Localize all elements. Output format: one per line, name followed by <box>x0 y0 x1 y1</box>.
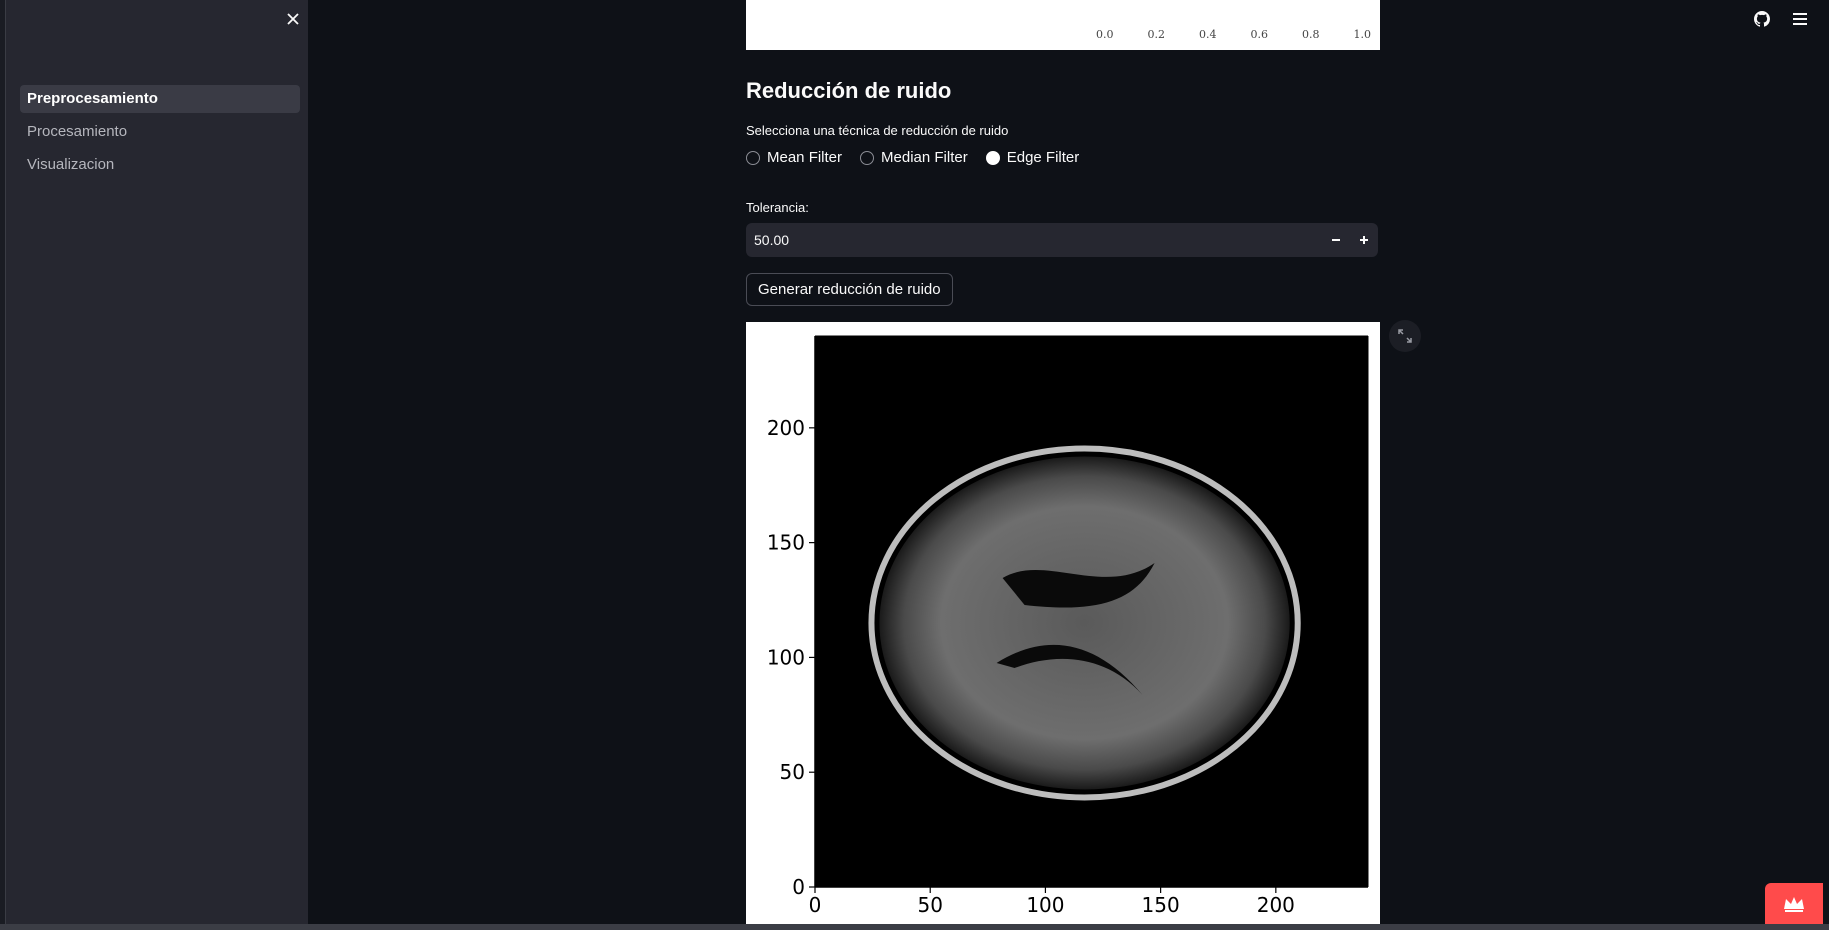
tick-label: 0.4 <box>1199 28 1217 41</box>
y-tick-label: 50 <box>780 760 805 784</box>
expand-icon <box>1398 329 1412 343</box>
y-tick-label: 0 <box>792 875 805 899</box>
radio-label: Edge Filter <box>1006 149 1080 166</box>
radio-label: Mean Filter <box>767 149 843 166</box>
fullscreen-button[interactable] <box>1389 320 1421 352</box>
hamburger-menu-icon <box>1793 13 1807 25</box>
radio-mean-filter[interactable]: Mean Filter <box>746 149 842 166</box>
noise-filter-radio-group: Mean Filter Median Filter Edge Filter <box>746 149 1079 166</box>
tick-label: 0.0 <box>1096 28 1114 41</box>
x-tick-label: 50 <box>917 893 942 917</box>
github-button[interactable] <box>1751 8 1773 30</box>
radio-median-filter[interactable]: Median Filter <box>860 149 968 166</box>
sidebar-item-visualizacion[interactable]: Visualizacion <box>20 151 300 179</box>
tick-label: 0.2 <box>1147 28 1166 41</box>
tick-label: 1.0 <box>1353 28 1372 41</box>
tolerance-input[interactable] <box>746 231 1322 249</box>
previous-chart-bottom: 0.0 0.2 0.4 0.6 0.8 1.0 <box>746 0 1380 50</box>
y-tick-label: 150 <box>767 531 805 555</box>
radio-group-label: Selecciona una técnica de reducción de r… <box>746 123 1009 138</box>
tick-label: 0.8 <box>1302 28 1320 41</box>
sidebar-item-preprocesamiento[interactable]: Preprocesamiento <box>20 85 300 113</box>
previous-chart-x-ticks: 0.0 0.2 0.4 0.6 0.8 1.0 <box>1096 28 1371 41</box>
crown-icon <box>1784 897 1804 912</box>
sidebar-item-label: Visualizacion <box>27 156 115 173</box>
brain-slice <box>868 445 1301 801</box>
x-tick-label: 0 <box>809 893 822 917</box>
section-title: Reducción de ruido <box>746 78 952 103</box>
close-sidebar-button[interactable] <box>281 8 305 32</box>
y-tick-label: 200 <box>767 416 805 440</box>
radio-edge-filter[interactable]: Edge Filter <box>985 149 1080 166</box>
sidebar-item-label: Procesamiento <box>27 123 128 140</box>
x-tick-label: 200 <box>1257 893 1295 917</box>
radio-circle[interactable] <box>860 150 875 165</box>
sidebar: Preprocesamiento Procesamiento Visualiza… <box>6 0 308 924</box>
tick-label: 0.6 <box>1250 28 1269 41</box>
tolerance-number-input <box>746 223 1378 257</box>
x-tick-label: 100 <box>1026 893 1064 917</box>
y-tick-label: 100 <box>767 645 805 669</box>
radio-circle[interactable] <box>746 150 760 165</box>
sidebar-item-label: Preprocesamiento <box>27 90 158 107</box>
plus-icon <box>1360 236 1368 244</box>
streamlit-badge-button[interactable] <box>1765 883 1823 925</box>
radio-circle-selected[interactable] <box>985 150 1000 165</box>
mri-plot-svg: 0 50 100 150 200 0 50 100 150 200 <box>767 335 1369 917</box>
tolerance-label: Tolerancia: <box>746 200 809 215</box>
generate-noise-reduction-button[interactable]: Generar reducción de ruido <box>746 273 953 306</box>
radio-label: Median Filter <box>881 149 968 166</box>
mri-plot: 0 50 100 150 200 0 50 100 150 200 <box>746 322 1380 924</box>
increment-button[interactable] <box>1350 223 1378 257</box>
minus-icon <box>1332 239 1340 241</box>
sidebar-item-procesamiento[interactable]: Procesamiento <box>20 118 300 146</box>
main-menu-button[interactable] <box>1789 8 1811 30</box>
header-toolbar <box>1751 8 1811 30</box>
x-tick-label: 150 <box>1142 893 1180 917</box>
github-icon <box>1754 11 1770 27</box>
window-bottom-edge <box>0 924 1829 930</box>
plot-area <box>815 336 1368 887</box>
sidebar-nav: Preprocesamiento Procesamiento Visualiza… <box>20 85 300 184</box>
close-icon <box>287 13 299 25</box>
decrement-button[interactable] <box>1322 223 1350 257</box>
brain-tissue <box>879 456 1290 790</box>
